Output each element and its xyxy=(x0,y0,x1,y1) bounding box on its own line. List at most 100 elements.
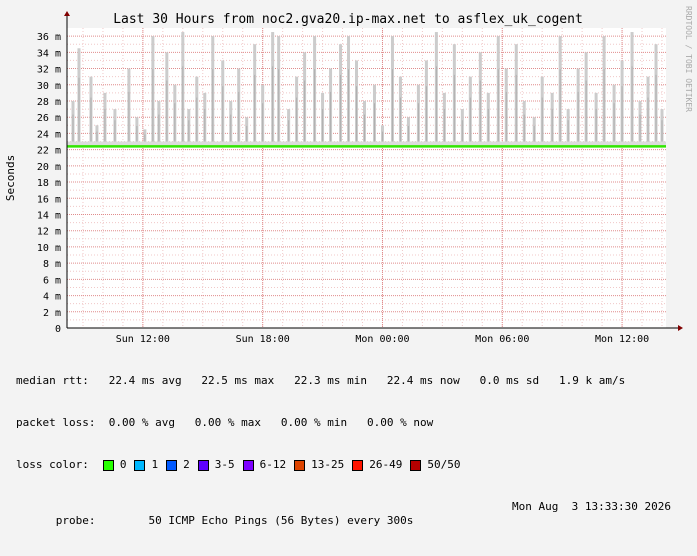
y-tick-label: 26 m xyxy=(37,113,61,124)
smoke-core xyxy=(655,74,657,147)
loss-color-item-label: 1 xyxy=(151,458,159,471)
loss-color-item: 6-12 xyxy=(242,458,286,472)
y-tick-label: 10 m xyxy=(37,243,61,254)
smoke-core xyxy=(631,66,633,147)
loss-color-swatch xyxy=(242,459,254,471)
smoke-core xyxy=(182,66,184,147)
loss-color-swatch xyxy=(410,459,422,471)
smoke-core xyxy=(90,97,92,147)
loss-color-item: 3-5 xyxy=(197,458,235,472)
y-tick-label: 30 m xyxy=(37,81,61,92)
smoke-core xyxy=(595,108,597,147)
smoke-core xyxy=(340,74,342,147)
loss-color-item: 26-49 xyxy=(352,458,402,472)
loss-color-swatch xyxy=(352,459,364,471)
smoke-core xyxy=(417,103,419,147)
y-tick-label: 16 m xyxy=(37,194,61,205)
y-tick-label: 34 m xyxy=(37,48,61,59)
smoke-core xyxy=(515,74,517,147)
smoke-core xyxy=(330,91,332,147)
loss-color-swatch xyxy=(294,459,306,471)
smoke-core xyxy=(613,103,615,147)
smoke-core xyxy=(254,74,256,147)
y-tick-labels: 0 2 m 4 m 6 m 8 m 10 m 12 m 14 m 16 m 18 m 20 m 22 … xyxy=(37,32,61,335)
x-tick-label: Sun 12:00 xyxy=(116,334,170,345)
smoke-core xyxy=(443,108,445,147)
smoke-core xyxy=(577,91,579,147)
smoke-core xyxy=(212,69,214,147)
y-tick-label: 32 m xyxy=(37,65,61,76)
loss-color-item-label: 0 xyxy=(119,458,127,471)
smoke-core xyxy=(196,97,198,147)
smoke-core xyxy=(391,69,393,147)
y-tick-label: 8 m xyxy=(43,259,61,270)
loss-color-items: 0 1 2 3-5 6-12 13-25 26-49 50/50 xyxy=(102,458,469,472)
smoke-core xyxy=(152,69,154,147)
rrdtool-watermark: RRDTOOL / TOBI OETIKER xyxy=(684,6,693,112)
smoke-core xyxy=(322,108,324,147)
probe-row: probe: 50 ICMP Echo Pings (56 Bytes) eve… xyxy=(16,500,671,527)
y-tick-label: 24 m xyxy=(37,129,61,140)
smoke-core xyxy=(128,91,130,147)
loss-color-swatch xyxy=(102,459,114,471)
smoke-core xyxy=(603,69,605,147)
loss-color-item-label: 50/50 xyxy=(427,458,461,471)
loss-color-swatch xyxy=(134,459,146,471)
loss-color-item: 50/50 xyxy=(410,458,460,472)
smoke-core xyxy=(487,108,489,147)
x-tick-label: Sun 18:00 xyxy=(236,334,290,345)
smoke-core xyxy=(559,69,561,147)
smoke-core xyxy=(204,108,206,147)
smoke-core xyxy=(399,97,401,147)
loss-color-item: 2 xyxy=(166,458,190,472)
y-tick-label: 6 m xyxy=(43,275,61,286)
latency-chart-svg: Last 30 Hours from noc2.gva20.ip-max.net… xyxy=(4,6,693,345)
smoke-core xyxy=(348,69,350,147)
x-tick-labels: Sun 12:00 Sun 18:00 Mon 00:00 Mon 06:00 Mon … xyxy=(116,334,649,345)
smoke-core xyxy=(425,86,427,147)
y-axis-label: Seconds xyxy=(4,155,17,201)
smoke-core xyxy=(497,69,499,147)
loss-color-item-label: 26-49 xyxy=(369,458,403,471)
loss-color-item-label: 2 xyxy=(183,458,190,471)
y-tick-label: 28 m xyxy=(37,97,61,108)
x-tick-label: Mon 00:00 xyxy=(355,334,409,345)
plot-area xyxy=(67,28,666,328)
timestamp: Mon Aug 3 13:33:30 2026 xyxy=(512,500,671,513)
smoke-core xyxy=(453,74,455,147)
smoke-core xyxy=(314,69,316,147)
smoke-core xyxy=(78,77,80,147)
y-tick-label: 2 m xyxy=(43,308,61,319)
chart-title: Last 30 Hours from noc2.gva20.ip-max.net… xyxy=(113,12,583,27)
smoke-core xyxy=(647,97,649,147)
smoke-core xyxy=(541,97,543,147)
smoke-core xyxy=(469,97,471,147)
probe-description: probe: 50 ICMP Echo Pings (56 Bytes) eve… xyxy=(55,514,414,527)
median-rtt-row: median rtt: 22.4 ms avg 22.5 ms max 22.3… xyxy=(16,374,626,387)
smoke-core xyxy=(373,103,375,147)
x-tick-label: Mon 12:00 xyxy=(595,334,649,345)
smokeping-chart: Last 30 Hours from noc2.gva20.ip-max.net… xyxy=(0,0,697,527)
loss-color-legend: loss color: 0 1 2 3-5 6-12 13-25 26-49 50/50 xyxy=(16,458,625,472)
smoke-core xyxy=(585,80,587,147)
smoke-core xyxy=(304,80,306,147)
smoke-core xyxy=(621,86,623,147)
y-axis-arrow xyxy=(64,11,70,16)
y-tick-label: 12 m xyxy=(37,227,61,238)
smoke-core xyxy=(505,91,507,147)
loss-color-swatch xyxy=(197,459,209,471)
y-tick-label: 0 xyxy=(55,324,61,335)
x-tick-label: Mon 06:00 xyxy=(475,334,529,345)
smoke-core xyxy=(296,97,298,147)
loss-color-swatch xyxy=(166,459,178,471)
smoke-core xyxy=(262,103,264,147)
y-tick-label: 4 m xyxy=(43,292,61,303)
smoke-core xyxy=(104,108,106,147)
smoke-core xyxy=(222,86,224,147)
loss-color-item: 1 xyxy=(134,458,158,472)
smoke-core xyxy=(479,80,481,147)
smoke-core xyxy=(174,103,176,147)
smoke-core xyxy=(435,66,437,147)
smoke-core xyxy=(356,86,358,147)
smoke-core xyxy=(238,91,240,147)
